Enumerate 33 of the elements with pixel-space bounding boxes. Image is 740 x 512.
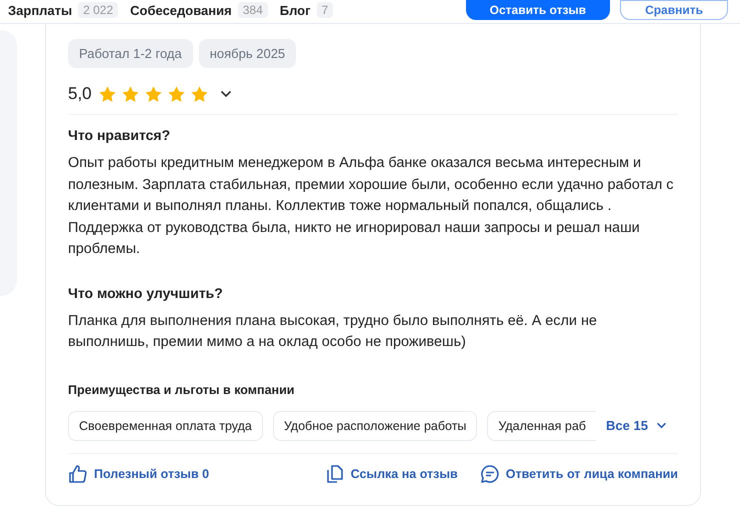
show-all-button[interactable]: Все 15 [606, 418, 667, 433]
benefit-chip: Удобное расположение работы [272, 410, 478, 440]
chevron-down-icon [656, 422, 667, 429]
reply-button[interactable]: Ответить от лица компании [480, 464, 678, 484]
nav-link[interactable]: Блог [280, 2, 311, 18]
review-text: Опыт работы кредитным менеджером в Альфа банке оказался весьма интересным и полезным. Зарплата стабильная, премии хорошие были, особенно если удачно работал с клиентами и выполнял планы. Коллектив тоже нормальный попался, общались . Поддержка от руководства была, никто не игнорировал наши запросы и решал наши проблемы. [68, 154, 674, 259]
star-icon [166, 84, 186, 104]
review-text: Планка для выполнения плана высокая, трудно было выполнять её. А если не выполнишь, премии мимо а на оклад особо не проживешь) [68, 312, 598, 352]
compare-button[interactable]: Сравнить [620, 0, 728, 20]
copy-icon [324, 464, 345, 484]
star-icon [98, 84, 117, 104]
nav-link[interactable]: Зарплаты [8, 2, 72, 18]
review-button[interactable]: Оставить отзыв [466, 0, 610, 20]
section-heading: Что нравится? [68, 127, 172, 143]
benefit-chip: Своевременная оплата труда [68, 410, 263, 440]
star-icon [190, 84, 209, 104]
nav-link[interactable]: Собеседования [130, 2, 232, 18]
star-icon [144, 84, 163, 104]
helpful-button[interactable]: Полезный отзыв 0 [68, 464, 210, 484]
thumbs-up-icon [68, 464, 88, 484]
count-badge: 384 [238, 2, 268, 18]
section-heading: Что можно улучшить? [68, 284, 224, 300]
rating-score: 5,0 [68, 84, 92, 104]
count-badge: 2 022 [78, 2, 118, 18]
tag: Работал 1-2 года [68, 39, 193, 68]
chat-icon [480, 464, 500, 484]
benefit-chip: Удаленная раб [487, 410, 596, 440]
chevron-down-icon[interactable] [220, 90, 232, 98]
count-badge: 7 [316, 2, 334, 18]
tag: ноябрь 2025 [198, 39, 296, 68]
benefits-heading: Преимущества и льготы в компании [68, 382, 296, 396]
copy-link-button[interactable]: Ссылка на отзыв [324, 464, 458, 484]
star-icon [120, 84, 140, 104]
